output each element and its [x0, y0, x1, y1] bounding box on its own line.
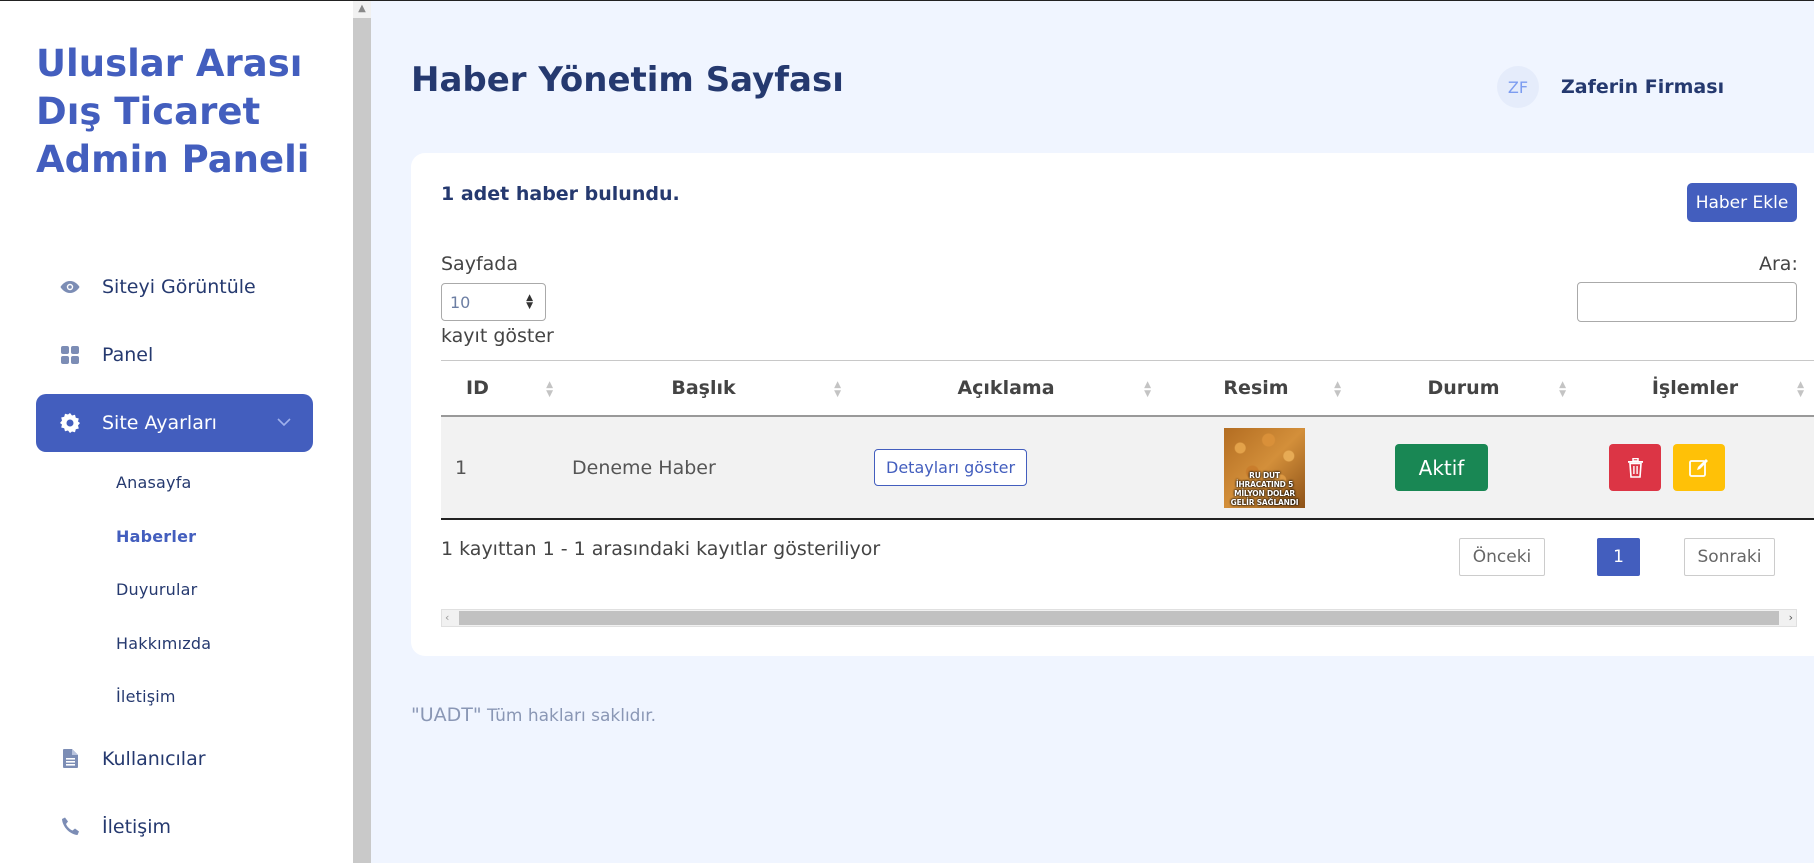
- sidebar-item-view-site[interactable]: Siteyi Görüntüle: [36, 258, 313, 316]
- table-row: 1 Deneme Haber Detayları göster RU DUT İ…: [441, 417, 1814, 520]
- cell-id: 1: [455, 456, 468, 479]
- grid-icon: [56, 345, 84, 365]
- trash-icon: [1627, 457, 1643, 478]
- sidebar-item-panel[interactable]: Panel: [36, 326, 313, 384]
- footer-brand: "UADT": [411, 704, 482, 726]
- sort-icon: ▲ ▼: [546, 380, 553, 399]
- footer: "UADT" Tüm hakları saklıdır.: [411, 704, 656, 726]
- column-header-description[interactable]: Açıklama ▲ ▼: [851, 377, 1161, 399]
- sidebar-item-label: Panel: [102, 344, 154, 366]
- next-page-button[interactable]: Sonraki: [1684, 538, 1775, 576]
- cell-description: Detayları göster: [851, 449, 1161, 486]
- sidebar-item-contact[interactable]: İletişim: [36, 798, 313, 856]
- sidebar-item-label: Kullanıcılar: [102, 747, 206, 770]
- sidebar: Uluslar Arası Dış Ticaret Admin Paneli S…: [0, 0, 353, 863]
- scroll-left-arrow-icon[interactable]: ‹: [445, 610, 449, 626]
- thumbnail-caption: RU DUT İHRACATIND 5 MİLYON DOLAR GELİR S…: [1230, 470, 1299, 507]
- avatar: ZF: [1497, 66, 1539, 108]
- submenu-item-home[interactable]: Anasayfa: [36, 456, 313, 510]
- search-label: Ara:: [1759, 253, 1798, 275]
- sidebar-item-label: Siteyi Görüntüle: [102, 276, 256, 298]
- scrollbar-thumb[interactable]: [459, 611, 1779, 625]
- table-horizontal-scrollbar[interactable]: ‹ ›: [441, 609, 1797, 627]
- column-header-image[interactable]: Resim ▲ ▼: [1161, 377, 1351, 399]
- submenu-item-announcements[interactable]: Duyurular: [36, 563, 313, 617]
- page-length-label: Sayfada: [441, 253, 518, 275]
- user-menu[interactable]: ZF Zaferin Firması: [1497, 66, 1724, 108]
- sort-icon: ▲ ▼: [834, 380, 841, 399]
- select-arrows-icon: ▲ ▼: [526, 293, 533, 311]
- page-length-select[interactable]: 10 ▲ ▼: [441, 283, 546, 321]
- sort-icon: ▲ ▼: [1559, 380, 1566, 399]
- sidebar-scrollbar[interactable]: ▲: [353, 0, 371, 863]
- phone-icon: [56, 817, 84, 837]
- brand-title: Uluslar Arası Dış Ticaret Admin Paneli: [36, 42, 310, 181]
- search-input[interactable]: [1577, 282, 1797, 322]
- sort-icon: ▲ ▼: [1144, 380, 1151, 399]
- chevron-down-icon[interactable]: [277, 415, 291, 431]
- page-number-button[interactable]: 1: [1597, 538, 1640, 576]
- cell-actions: [1576, 444, 1814, 491]
- previous-page-button[interactable]: Önceki: [1459, 538, 1545, 576]
- user-name: Zaferin Firması: [1561, 76, 1725, 98]
- sidebar-item-site-settings[interactable]: Site Ayarları: [36, 394, 313, 452]
- add-news-button[interactable]: Haber Ekle: [1687, 183, 1797, 222]
- sidebar-item-users[interactable]: Kullanıcılar: [36, 730, 313, 788]
- page-length-value: 10: [450, 292, 471, 312]
- table-header: ID ▲ ▼ Başlık ▲ ▼ Açıklama ▲ ▼ Resim ▲ ▼ Dur…: [441, 360, 1814, 417]
- document-icon: [56, 749, 84, 769]
- edit-icon: [1689, 458, 1709, 477]
- footer-text: Tüm hakları saklıdır.: [487, 706, 657, 726]
- status-toggle-button[interactable]: Aktif: [1395, 444, 1488, 491]
- window-top-border: [0, 0, 1814, 1]
- page-title: Haber Yönetim Sayfası: [411, 60, 844, 100]
- sidebar-menu: Siteyi Görüntüle Panel Site Ayarları Ana…: [36, 258, 313, 863]
- column-header-id[interactable]: ID ▲ ▼: [441, 377, 556, 399]
- scroll-right-arrow-icon[interactable]: ›: [1789, 610, 1793, 626]
- site-settings-submenu: Anasayfa Haberler Duyurular Hakkımızda İ…: [36, 456, 313, 724]
- column-header-title[interactable]: Başlık ▲ ▼: [556, 377, 851, 399]
- submenu-item-about[interactable]: Hakkımızda: [36, 617, 313, 671]
- submenu-item-news[interactable]: Haberler: [36, 510, 313, 564]
- gear-icon: [56, 413, 84, 433]
- pagination: Önceki 1 Sonraki: [1459, 538, 1775, 576]
- cell-image: RU DUT İHRACATIND 5 MİLYON DOLAR GELİR S…: [1161, 427, 1351, 508]
- sidebar-item-label: Site Ayarları: [102, 412, 217, 434]
- edit-button[interactable]: [1673, 444, 1726, 491]
- cell-title: Deneme Haber: [572, 456, 716, 479]
- page-length-suffix: kayıt göster: [441, 325, 554, 347]
- delete-button[interactable]: [1609, 444, 1661, 491]
- pagination-info: 1 kayıttan 1 - 1 arasındaki kayıtlar gös…: [441, 538, 881, 560]
- sort-icon: ▲ ▼: [1797, 380, 1804, 399]
- show-details-button[interactable]: Detayları göster: [874, 449, 1028, 486]
- result-count: 1 adet haber bulundu.: [441, 183, 680, 205]
- cell-status: Aktif: [1351, 444, 1576, 491]
- news-thumbnail: RU DUT İHRACATIND 5 MİLYON DOLAR GELİR S…: [1224, 427, 1305, 508]
- scroll-up-arrow-icon[interactable]: ▲: [353, 0, 371, 18]
- news-table-card: 1 adet haber bulundu. Haber Ekle Sayfada…: [411, 153, 1814, 656]
- eye-icon: [56, 277, 84, 297]
- column-header-actions[interactable]: İşlemler ▲ ▼: [1576, 377, 1814, 399]
- submenu-item-contact[interactable]: İletişim: [36, 670, 313, 724]
- column-header-status[interactable]: Durum ▲ ▼: [1351, 377, 1576, 399]
- sidebar-item-label: İletişim: [102, 815, 171, 838]
- news-table: ID ▲ ▼ Başlık ▲ ▼ Açıklama ▲ ▼ Resim ▲ ▼ Dur…: [441, 360, 1814, 520]
- sort-icon: ▲ ▼: [1334, 380, 1341, 399]
